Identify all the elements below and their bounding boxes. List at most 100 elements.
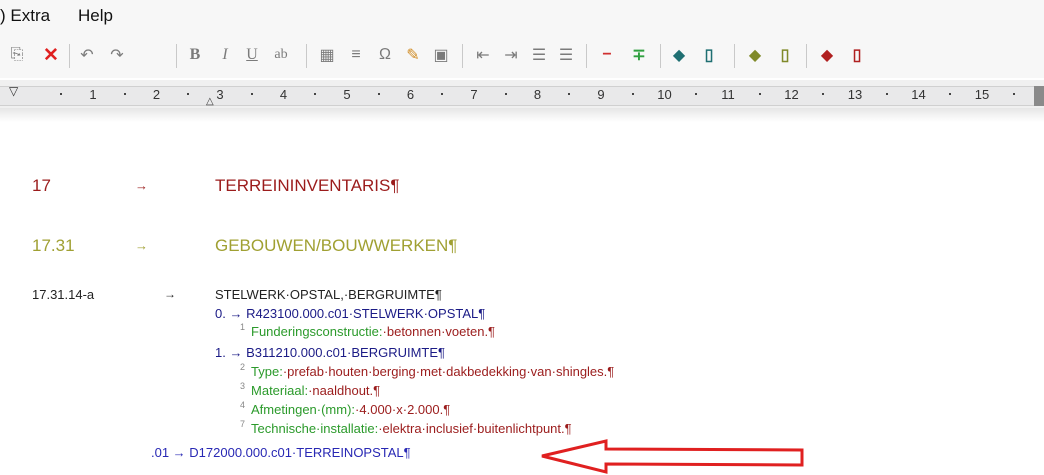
- insert-icon[interactable]: ▦: [316, 42, 338, 68]
- spec-label: Materiaal:: [251, 383, 309, 398]
- toolbar: ⎘ ✕ ↶ ↷ B I U ab ▦ ≡ Ω ✎ ▣ ⇤ ⇥ ☰ ☰ − ∓ ◆…: [0, 34, 1044, 78]
- spec-value: ·naaldhout.¶: [308, 383, 381, 398]
- item-title[interactable]: STELWERK·OPSTAL,·BERGRUIMTE¶: [215, 287, 442, 302]
- ruler-tick: [187, 93, 190, 95]
- ruler-number: 13: [847, 87, 863, 102]
- ruler-number: 11: [721, 87, 735, 102]
- delete-icon[interactable]: ✕: [40, 42, 62, 68]
- ruler-tick: [568, 93, 571, 95]
- red-book-icon[interactable]: ◆: [816, 42, 838, 68]
- ruler[interactable]: ▽ △ 1 2 3 4 5 6 7 8 9 10 11 12 13 14 15: [0, 84, 1034, 107]
- ruler-number: 9: [597, 87, 605, 102]
- spec-label: Afmetingen·(mm):: [251, 402, 356, 417]
- tab-arrow: →: [135, 178, 148, 193]
- heading-2-title[interactable]: GEBOUWEN/BOUWWERKEN¶: [215, 236, 457, 256]
- ruler-tick: [441, 93, 444, 95]
- ruler-tick: [314, 93, 317, 95]
- strikethrough-icon[interactable]: ab: [269, 42, 293, 68]
- menu-extra[interactable]: ) Extra: [0, 6, 50, 26]
- toolbar-separator: [69, 44, 70, 68]
- ruler-number: 2: [152, 87, 161, 102]
- ruler-number: 5: [343, 87, 351, 102]
- teal-open-book-icon[interactable]: ▯: [698, 42, 720, 68]
- remove-line-icon[interactable]: −: [596, 42, 618, 68]
- heading-1-title[interactable]: TERREININVENTARIS¶: [215, 176, 400, 196]
- heading-1-number: 17: [32, 176, 51, 195]
- ruler-tick: [949, 93, 952, 95]
- ruler-tick: [123, 93, 126, 95]
- spec-line-1[interactable]: 1 Funderingsconstructie:·betonnen·voeten.…: [240, 322, 495, 339]
- spec-value: ·4.000·x·2.000.¶: [355, 402, 451, 417]
- toolbar-separator: [176, 44, 177, 68]
- spec-number: 2: [240, 362, 246, 372]
- ruler-tick: [1012, 93, 1015, 95]
- numbered-list-icon[interactable]: ☰: [528, 42, 550, 68]
- spec-label: Funderingsconstructie:: [251, 324, 383, 339]
- olive-book-icon[interactable]: ◆: [744, 42, 766, 68]
- red-open-book-icon[interactable]: ▯: [846, 42, 868, 68]
- hanging-indent-marker[interactable]: △: [206, 96, 214, 107]
- style-icon[interactable]: ≡: [345, 42, 367, 68]
- spec-number: 7: [240, 419, 246, 429]
- item-number: 17.31.14-a: [32, 287, 95, 302]
- olive-open-book-icon[interactable]: ▯: [774, 42, 796, 68]
- first-line-indent-marker[interactable]: ▽: [9, 84, 18, 98]
- ruler-number: 7: [470, 87, 478, 102]
- tab-arrow: →: [135, 238, 148, 253]
- spec-line-4[interactable]: 4 Afmetingen·(mm):·4.000·x·2.000.¶: [240, 400, 451, 417]
- teal-book-icon[interactable]: ◆: [668, 42, 690, 68]
- toolbar-separator: [734, 44, 735, 68]
- paste-icon[interactable]: ⎘: [6, 42, 28, 68]
- decrease-indent-icon[interactable]: ⇤: [472, 42, 494, 68]
- ruler-tick: [250, 93, 253, 95]
- add-line-icon[interactable]: ∓: [628, 42, 650, 68]
- italic-icon[interactable]: I: [214, 42, 236, 68]
- subitem-01[interactable]: .01 → D172000.000.c01·TERREINOPSTAL¶: [151, 445, 411, 460]
- bullet-list-icon[interactable]: ☰: [555, 42, 577, 68]
- menu-help[interactable]: Help: [78, 6, 113, 26]
- toolbar-separator: [660, 44, 661, 68]
- subitem-0[interactable]: 0. → R423100.000.c01·STELWERK·OPSTAL¶: [215, 306, 485, 321]
- ruler-tick: [631, 93, 634, 95]
- ruler-number: 15: [974, 87, 990, 102]
- ruler-number: 4: [279, 87, 288, 102]
- ruler-number: 3: [216, 87, 224, 102]
- increase-indent-icon[interactable]: ⇥: [500, 42, 522, 68]
- ruler-tick: [822, 93, 825, 95]
- ruler-tick: [695, 93, 698, 95]
- spec-line-3[interactable]: 3 Materiaal:·naaldhout.¶: [240, 381, 381, 398]
- underline-icon[interactable]: U: [241, 42, 263, 68]
- undo-icon[interactable]: ↶: [76, 42, 98, 68]
- ruler-tick: [758, 93, 761, 95]
- toolbar-separator: [806, 44, 807, 68]
- spec-line-7[interactable]: 7 Technische·installatie:·elektra·inclusi…: [240, 419, 572, 436]
- tab-arrow: →: [164, 287, 176, 301]
- ruler-number: 6: [406, 87, 415, 102]
- annotation-arrow-icon: [541, 439, 804, 474]
- spec-label: Technische·installatie:: [251, 421, 379, 436]
- spec-value: ·elektra·inclusief·buitenlichtpunt.¶: [378, 421, 572, 436]
- edit-icon[interactable]: ✎: [402, 42, 424, 68]
- menu-bar: ) Extra Help: [0, 0, 1044, 34]
- toolbar-separator: [306, 44, 307, 68]
- spec-number: 1: [240, 322, 246, 332]
- spec-line-2[interactable]: 2 Type:·prefab·houten·berging·met·dakbede…: [240, 362, 615, 379]
- ruler-tick: [60, 93, 63, 95]
- bold-icon[interactable]: B: [184, 42, 206, 68]
- properties-icon[interactable]: ▣: [430, 42, 452, 68]
- spec-value: ·prefab·houten·berging·met·dakbedekking·…: [282, 364, 615, 379]
- ruler-number: 14: [911, 87, 926, 102]
- ruler-tick: [504, 93, 507, 95]
- spec-label: Type:: [251, 364, 283, 379]
- subitem-1[interactable]: 1. → B311210.000.c01·BERGRUIMTE¶: [215, 345, 445, 360]
- ruler-number: 1: [89, 87, 97, 102]
- toolbar-separator: [586, 44, 587, 68]
- symbol-icon[interactable]: Ω: [374, 42, 396, 68]
- ruler-end-marker: [1034, 86, 1044, 106]
- heading-2-number: 17.31: [32, 236, 75, 255]
- spec-number: 4: [240, 400, 246, 410]
- redo-icon[interactable]: ↷: [106, 42, 128, 68]
- ruler-tick: [885, 93, 888, 95]
- ruler-tick: [377, 93, 380, 95]
- toolbar-separator: [462, 44, 463, 68]
